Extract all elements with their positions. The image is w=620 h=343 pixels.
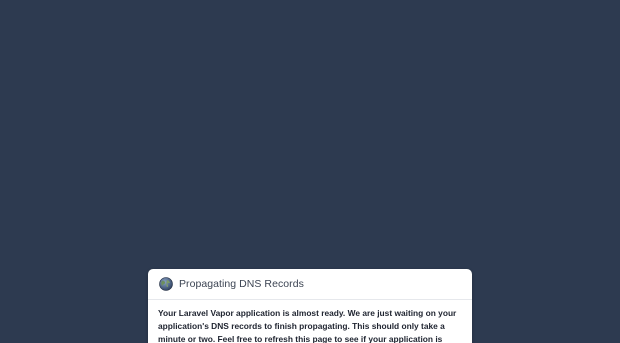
card-title: Propagating DNS Records [179,278,304,290]
page-background: Propagating DNS Records Your Laravel Vap… [0,0,620,343]
globe-icon [159,277,173,291]
card-header: Propagating DNS Records [148,269,472,300]
status-message: Your Laravel Vapor application is almost… [158,308,457,343]
status-card: Propagating DNS Records Your Laravel Vap… [148,269,472,343]
card-body: Your Laravel Vapor application is almost… [148,300,472,343]
